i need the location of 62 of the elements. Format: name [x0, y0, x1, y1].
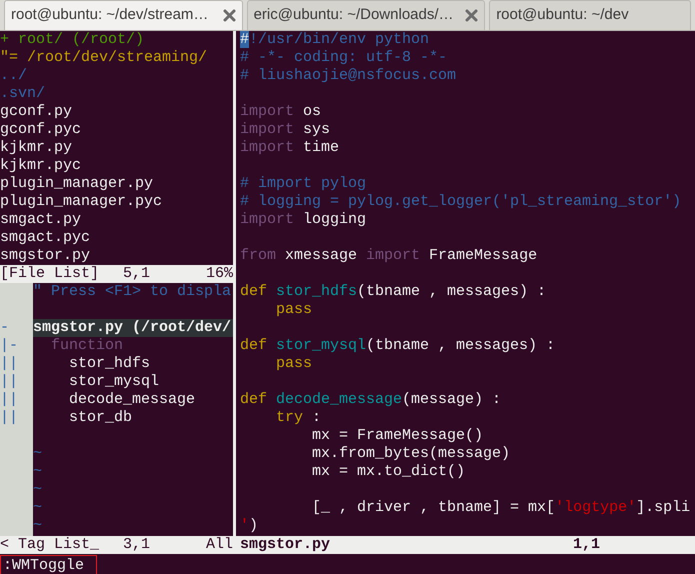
code-line: [_ , driver , tbname] = mx['logtype'].spli [311, 499, 692, 517]
file-entry[interactable]: gconf.pyc [0, 121, 233, 139]
code-line: #!/usr/bin/env python [240, 31, 430, 49]
fold-marker: || [0, 355, 18, 372]
fold-marker: || [0, 373, 18, 390]
code-line: mx.from_bytes(message) [311, 445, 512, 463]
help-hint: " Press <F1> to displa [33, 283, 232, 301]
code-line: import logging [240, 211, 368, 229]
cursor-position: 3,1 [123, 536, 150, 554]
tag-entry[interactable]: smgstor.py (/root/dev/ [33, 319, 233, 337]
fold-marker: - [0, 319, 10, 336]
fold-marker: |- [0, 337, 18, 354]
status-name: < Tag List_ [0, 536, 100, 554]
fold-marker: || [0, 409, 18, 426]
close-icon[interactable] [465, 9, 478, 22]
code-line: import time [240, 139, 340, 157]
code-line: # -*- coding: utf-8 -*- [240, 49, 448, 67]
code-line: # import pylog [240, 175, 368, 193]
file-entry[interactable]: smgact.pyc [0, 229, 233, 247]
status-name: [File List] [0, 265, 100, 283]
empty-line-marker: ~ [33, 481, 42, 499]
terminal-tab[interactable]: root@ubuntu: ~/dev/stream… [4, 0, 243, 30]
file-entry[interactable]: kjkmr.pyc [0, 157, 233, 175]
file-entry[interactable]: gconf.py [0, 103, 233, 121]
tag-entry[interactable]: decode_message [33, 391, 233, 409]
code-line: def stor_hdfs(tbname , messages) : [240, 283, 548, 301]
code-line: pass [275, 355, 314, 373]
scroll-percent: 16% [206, 265, 233, 283]
empty-line-marker: ~ [33, 445, 42, 463]
terminal-tab[interactable]: root@ubuntu: ~/dev [489, 0, 692, 30]
terminal-tab[interactable]: eric@ubuntu: ~/Downloads/… [246, 0, 486, 30]
tag-entry[interactable]: stor_db [33, 409, 233, 427]
close-icon[interactable] [222, 9, 236, 22]
empty-line-marker: ~ [33, 517, 42, 535]
file-entry[interactable]: plugin_manager.py [0, 175, 233, 193]
code-line: mx = FrameMessage() [311, 427, 484, 445]
file-entry[interactable]: "= /root/dev/streaming/ [0, 49, 233, 67]
code-line: ') [240, 517, 260, 535]
cursor-position: 1,1 [572, 536, 600, 554]
file-entry[interactable]: smgstor.py [0, 247, 233, 265]
file-name: smgstor.py [240, 536, 330, 554]
file-entry[interactable]: plugin_manager.pyc [0, 193, 233, 211]
file-entry[interactable]: smgact.py [0, 211, 233, 229]
code-line: def decode_message(message) : [240, 391, 502, 409]
tag-entry[interactable]: stor_mysql [33, 373, 233, 391]
fold-marker: || [0, 391, 18, 408]
code-line: import sys [240, 121, 332, 139]
code-line: from xmessage import FrameMessage [240, 247, 538, 265]
tag-entry[interactable]: stor_hdfs [33, 355, 233, 373]
code-line: import os [240, 103, 322, 121]
code-line: # logging = pylog.get_logger('pl_streaming_stor') [240, 193, 682, 211]
code-line: try : [275, 409, 322, 427]
empty-line-marker: ~ [33, 499, 42, 517]
file-entry[interactable]: kjkmr.py [0, 139, 233, 157]
scroll-percent: All [206, 536, 233, 554]
file-entry[interactable]: + root/ (/root/) [0, 31, 233, 49]
code-line: pass [275, 301, 314, 319]
code-line: def stor_mysql(tbname , messages) : [240, 337, 556, 355]
code-line: mx = mx.to_dict() [311, 463, 466, 481]
cursor-position: 5,1 [123, 265, 150, 283]
code-line: # liushaojie@nsfocus.com [240, 67, 458, 85]
empty-line-marker: ~ [33, 463, 42, 481]
